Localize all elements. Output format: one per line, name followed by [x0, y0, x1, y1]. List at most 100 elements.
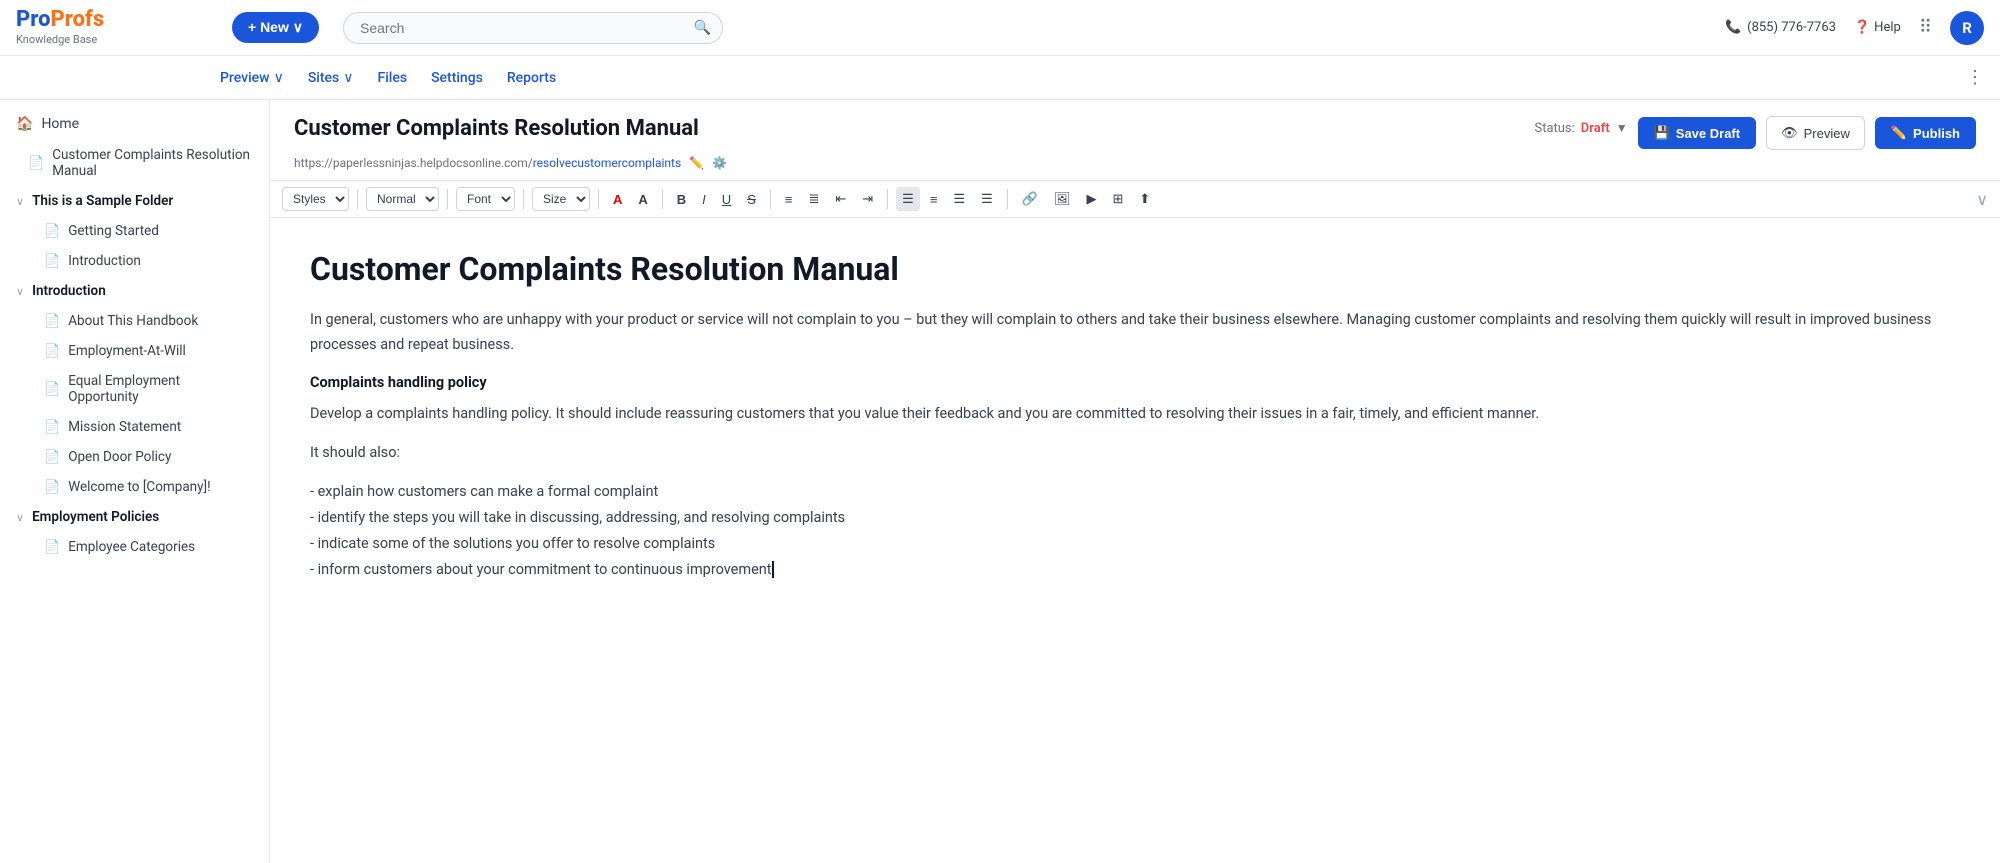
nav-settings[interactable]: Settings	[431, 66, 483, 90]
logo-sub: Knowledge Base	[16, 33, 104, 46]
logo-block: ProProfs Knowledge Base	[16, 9, 104, 46]
home-icon: 🏠	[16, 116, 33, 132]
nav-phone: 📞 (855) 776-7763	[1725, 20, 1836, 35]
doc-icon: 📄	[44, 254, 60, 269]
sidebar-item-home[interactable]: 🏠 Home	[0, 108, 269, 140]
upload-button[interactable]: ⬆	[1133, 187, 1156, 211]
help-link[interactable]: ❓ Help	[1854, 20, 1901, 35]
publish-button[interactable]: ✏️ Publish	[1875, 117, 1976, 149]
doc-icon: 📄	[44, 480, 60, 495]
align-center-button[interactable]: ≡	[924, 188, 944, 211]
font-color-button[interactable]: A	[607, 188, 628, 211]
toolbar-divider	[770, 189, 771, 209]
align-left-button[interactable]: ☰	[896, 187, 920, 211]
link-button[interactable]: 🔗	[1016, 187, 1044, 211]
increase-indent-button[interactable]: ⇥	[856, 187, 879, 211]
toolbar: Styles Normal Font Size A A B I U S ≡	[270, 181, 2000, 218]
sidebar-item-employee-categories[interactable]: 📄 Employee Categories	[0, 532, 269, 562]
toolbar-divider	[1007, 189, 1008, 209]
nav-sites[interactable]: Sites ∨	[308, 66, 354, 90]
status-chevron-icon[interactable]: ▼	[1616, 121, 1628, 135]
sidebar-item-open-door[interactable]: 📄 Open Door Policy	[0, 442, 269, 472]
list-item-1: - explain how customers can make a forma…	[310, 479, 1960, 505]
sidebar-item-introduction-folder[interactable]: ∨ Introduction	[0, 276, 269, 306]
section1-heading: Complaints handling policy	[310, 371, 1960, 396]
bg-color-button[interactable]: A	[632, 188, 653, 211]
article-title: Customer Complaints Resolution Manual	[294, 116, 699, 141]
url-row: https://paperlessninjas.helpdocsonline.c…	[294, 156, 1976, 170]
eye-icon: 👁	[1781, 125, 1798, 141]
list-item-4: - inform customers about your commitment…	[310, 557, 1960, 583]
table-button[interactable]: ⊞	[1106, 187, 1129, 211]
align-right-button[interactable]: ☰	[947, 187, 971, 211]
doc-icon: 📄	[44, 224, 60, 239]
italic-button[interactable]: I	[696, 188, 712, 211]
toolbar-expand-icon[interactable]: ∨	[1976, 190, 1988, 209]
doc-icon: 📄	[44, 450, 60, 465]
grid-icon[interactable]: ⠿	[1919, 17, 1932, 38]
new-button[interactable]: + New ∨	[232, 12, 319, 43]
strikethrough-button[interactable]: S	[741, 188, 762, 211]
nav-right: 📞 (855) 776-7763 ❓ Help ⠿ R	[1725, 11, 1984, 45]
unordered-list-button[interactable]: ≣	[802, 187, 825, 211]
editor-area[interactable]: Customer Complaints Resolution Manual In…	[270, 218, 2000, 863]
nav-files[interactable]: Files	[378, 66, 408, 90]
settings-url-icon[interactable]: ⚙️	[712, 156, 727, 170]
avatar[interactable]: R	[1950, 11, 1984, 45]
font-select[interactable]: Font	[456, 187, 515, 211]
sidebar-item-employment-policies-folder[interactable]: ∨ Employment Policies	[0, 502, 269, 532]
media-button[interactable]: ▶	[1080, 187, 1102, 211]
sidebar-item-employment-at-will[interactable]: 📄 Employment-At-Will	[0, 336, 269, 366]
article-body: In general, customers who are unhappy wi…	[310, 308, 1960, 584]
chevron-down-icon: ∨	[16, 195, 24, 208]
doc-icon: 📄	[44, 540, 60, 555]
toolbar-divider	[662, 189, 663, 209]
ordered-list-button[interactable]: ≡	[779, 188, 799, 211]
edit-url-icon[interactable]: ✏️	[689, 156, 704, 170]
toolbar-divider	[447, 189, 448, 209]
search-input[interactable]	[343, 12, 723, 44]
save-draft-button[interactable]: 💾 Save Draft	[1638, 117, 1757, 149]
doc-icon: 📄	[28, 156, 44, 171]
top-nav: ProProfs Knowledge Base + New ∨ 🔍 📞 (855…	[0, 0, 2000, 56]
size-select[interactable]: Size	[532, 187, 590, 211]
sidebar-item-equal-employment[interactable]: 📄 Equal Employment Opportunity	[0, 366, 269, 412]
preview-button[interactable]: 👁 Preview	[1766, 116, 1865, 150]
underline-button[interactable]: U	[716, 188, 737, 211]
help-icon: ❓	[1854, 20, 1870, 35]
format-select[interactable]: Normal	[366, 187, 439, 211]
phone-icon: 📞	[1725, 20, 1741, 35]
sidebar-item-ccrm[interactable]: 📄 Customer Complaints Resolution Manual	[0, 140, 269, 186]
doc-icon: 📄	[44, 382, 60, 397]
sidebar-item-mission-statement[interactable]: 📄 Mission Statement	[0, 412, 269, 442]
publish-icon: ✏️	[1891, 125, 1907, 141]
chevron-down-icon: ∨	[16, 511, 24, 524]
decrease-indent-button[interactable]: ⇤	[829, 187, 852, 211]
main-layout: 🏠 Home 📄 Customer Complaints Resolution …	[0, 100, 2000, 863]
sidebar-item-welcome[interactable]: 📄 Welcome to [Company]!	[0, 472, 269, 502]
header-actions: Status: Draft ▼ 💾 Save Draft 👁 Preview ✏…	[1534, 116, 1976, 150]
save-icon: 💾	[1654, 125, 1670, 141]
logo-text: ProProfs	[16, 9, 104, 31]
doc-icon: 📄	[44, 420, 60, 435]
nav-reports[interactable]: Reports	[507, 66, 556, 90]
toolbar-divider	[523, 189, 524, 209]
sidebar-item-about-handbook[interactable]: 📄 About This Handbook	[0, 306, 269, 336]
bold-button[interactable]: B	[671, 188, 692, 211]
section1-paragraph: Develop a complaints handling policy. It…	[310, 402, 1960, 427]
sidebar-item-introduction-1[interactable]: 📄 Introduction	[0, 246, 269, 276]
sidebar-item-getting-started[interactable]: 📄 Getting Started	[0, 216, 269, 246]
chevron-down-icon: ∨	[274, 70, 284, 86]
more-options-icon[interactable]: ⋮	[1966, 67, 1984, 88]
toolbar-divider	[887, 189, 888, 209]
intro-paragraph: In general, customers who are unhappy wi…	[310, 308, 1960, 357]
image-button[interactable]: 🖼	[1048, 187, 1077, 211]
status-row: Status: Draft ▼	[1534, 121, 1627, 136]
list-item-3: - indicate some of the solutions you off…	[310, 531, 1960, 557]
styles-select[interactable]: Styles	[282, 187, 349, 211]
toolbar-divider	[357, 189, 358, 209]
sidebar-item-sample-folder[interactable]: ∨ This is a Sample Folder	[0, 186, 269, 216]
content-area: Customer Complaints Resolution Manual St…	[270, 100, 2000, 863]
align-justify-button[interactable]: ☰	[975, 187, 999, 211]
nav-preview[interactable]: Preview ∨	[220, 66, 284, 90]
